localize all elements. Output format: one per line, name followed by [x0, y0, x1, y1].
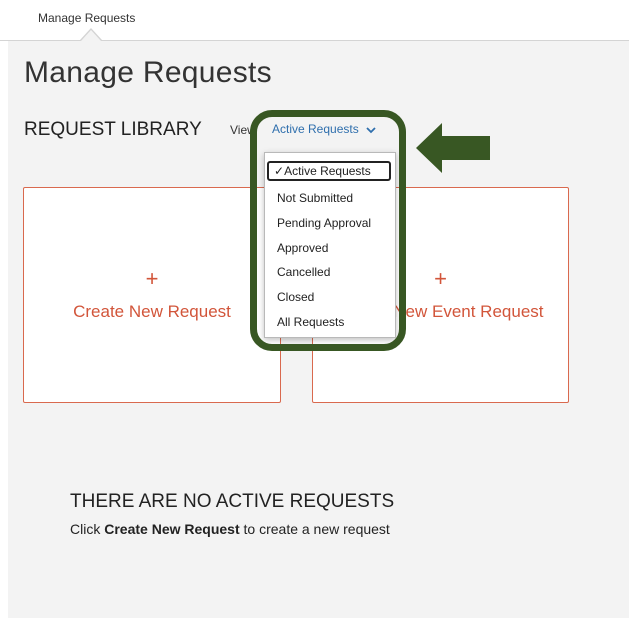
plus-icon: + [145, 266, 159, 291]
empty-state-prefix: Click [70, 521, 105, 537]
menu-item-cancelled[interactable]: Cancelled [277, 265, 330, 279]
view-label: View [230, 123, 256, 137]
menu-item-all-requests[interactable]: All Requests [277, 315, 344, 329]
chevron-down-icon [366, 124, 376, 136]
empty-state-suffix: to create a new request [239, 521, 390, 537]
checkmark-icon: ✓ [274, 164, 285, 178]
breadcrumb-manage-requests[interactable]: Manage Requests [38, 11, 135, 25]
annotation-arrow-icon [416, 123, 490, 173]
empty-state-message: Click Create New Request to create a new… [70, 521, 390, 537]
menu-item-not-submitted[interactable]: Not Submitted [277, 191, 353, 205]
empty-state-link-text: Create New Request [104, 521, 240, 537]
view-filter-menu: ✓Active Requests Not Submitted Pending A… [264, 152, 396, 338]
empty-state-title: THERE ARE NO ACTIVE REQUESTS [70, 491, 395, 512]
create-new-request-card[interactable]: + Create New Request [23, 187, 281, 403]
menu-item-closed[interactable]: Closed [277, 290, 314, 304]
menu-item-active-requests[interactable]: ✓Active Requests [267, 161, 391, 181]
view-filter-dropdown[interactable]: Active Requests [272, 122, 376, 136]
create-new-request-label: Create New Request [73, 302, 231, 321]
menu-item-label: Active Requests [284, 164, 371, 178]
page-title: Manage Requests [24, 56, 272, 89]
menu-item-approved[interactable]: Approved [277, 241, 328, 255]
view-filter-value: Active Requests [272, 122, 359, 136]
menu-item-pending-approval[interactable]: Pending Approval [277, 216, 371, 230]
breadcrumb-pointer-fill [81, 30, 101, 41]
section-title: REQUEST LIBRARY [24, 119, 202, 140]
